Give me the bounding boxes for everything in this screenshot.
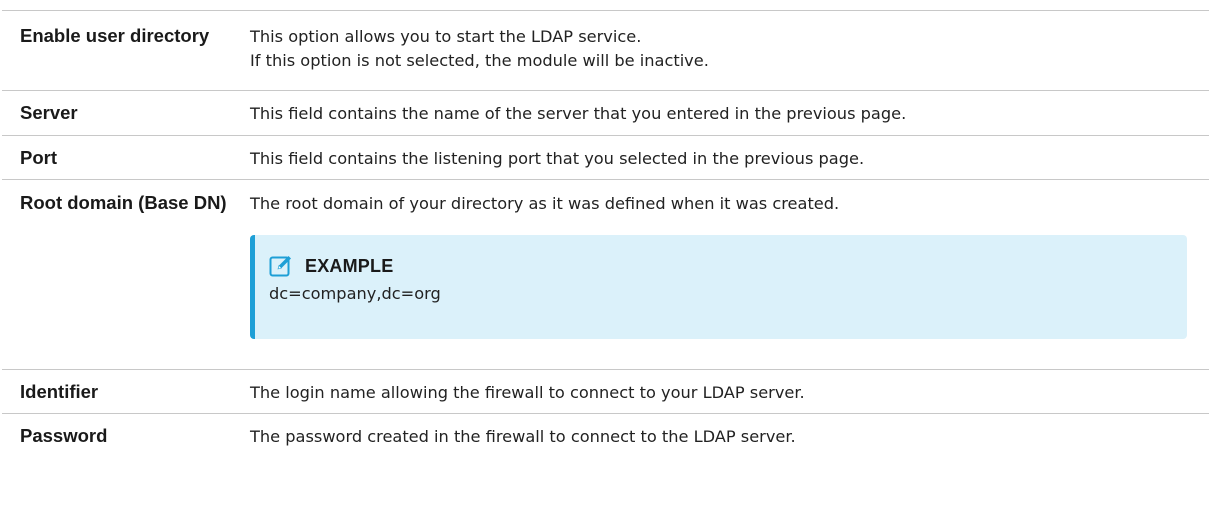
description-line: The login name allowing the firewall to …: [250, 383, 805, 402]
example-title: EXAMPLE: [305, 256, 394, 276]
row-term: Identifier: [20, 381, 99, 402]
row-description: The root domain of your directory as it …: [250, 180, 1209, 369]
row-description: This option allows you to start the LDAP…: [250, 11, 1209, 90]
description-line: The password created in the firewall to …: [250, 427, 796, 446]
row-term: Password: [20, 425, 108, 446]
row-term: Server: [20, 102, 78, 123]
description-line: If this option is not selected, the modu…: [250, 51, 709, 70]
example-text: dc=company,dc=org: [269, 284, 441, 303]
row-term: Port: [20, 147, 57, 168]
table-row: Root domain (Base DN) The root domain of…: [2, 180, 1209, 370]
table-row: Server This field contains the name of t…: [2, 91, 1209, 136]
row-description: This field contains the name of the serv…: [250, 91, 1209, 135]
row-term: Enable user directory: [20, 25, 210, 46]
parameters-table: Enable user directory This option allows…: [2, 10, 1209, 457]
table-row: Identifier The login name allowing the f…: [2, 370, 1209, 414]
row-description: This field contains the listening port t…: [250, 136, 1209, 179]
table-row: Port This field contains the listening p…: [2, 136, 1209, 180]
description-line: This field contains the listening port t…: [250, 149, 865, 168]
table-row: Enable user directory This option allows…: [2, 11, 1209, 91]
edit-note-icon: [269, 256, 291, 277]
example-callout: EXAMPLE dc=company,dc=org: [250, 235, 1187, 339]
row-description: The password created in the firewall to …: [250, 414, 1209, 457]
row-term: Root domain (Base DN): [20, 192, 227, 213]
description-line: The root domain of your directory as it …: [250, 194, 840, 213]
row-description: The login name allowing the firewall to …: [250, 370, 1209, 413]
description-line: This option allows you to start the LDAP…: [250, 27, 642, 46]
description-line: This field contains the name of the serv…: [250, 104, 907, 123]
table-row: Password The password created in the fir…: [2, 414, 1209, 457]
example-header: EXAMPLE: [269, 254, 1187, 278]
